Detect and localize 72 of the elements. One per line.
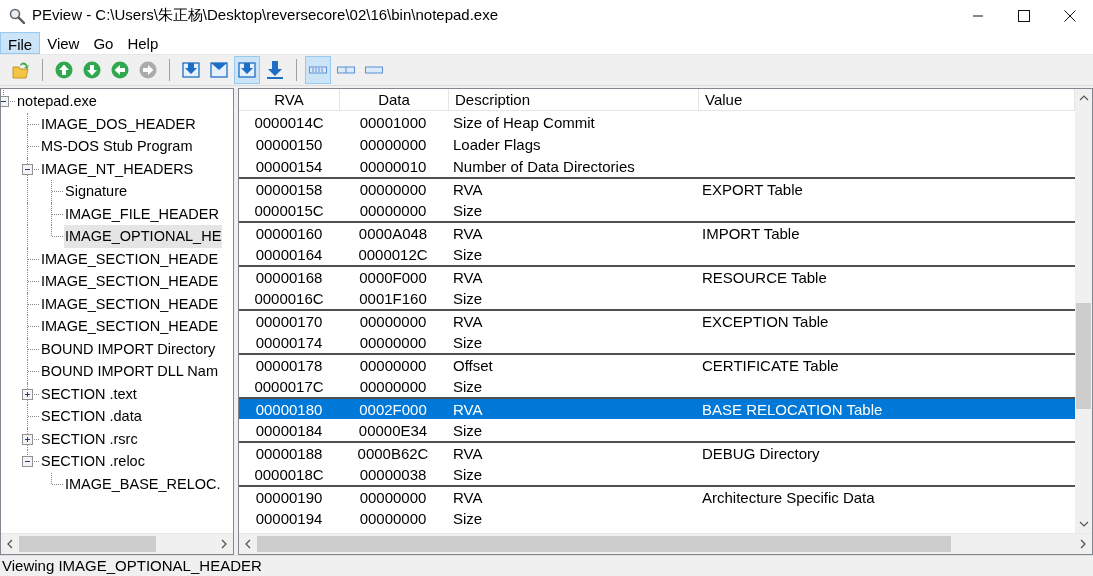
tree-item[interactable]: IMAGE_SECTION_HEADE [40, 247, 220, 270]
table-row[interactable]: 00000160 0000A048 RVA IMPORT Table [239, 221, 1075, 243]
tree-item[interactable]: notepad.exe [16, 90, 98, 113]
expander-box[interactable] [22, 456, 33, 467]
download-icon [181, 60, 201, 81]
menu-item[interactable]: Go [86, 31, 121, 55]
table-row[interactable]: 00000150 00000000 Loader Flags [239, 133, 1075, 155]
window-title: PEview - C:\Users\朱正杨\Desktop\reversecore\02\16\bin\notepad.exe [32, 6, 499, 26]
table-row[interactable]: 00000190 00000000 RVA Architecture Specific Data [239, 485, 1075, 507]
tree-item[interactable]: SECTION .data [40, 405, 143, 428]
tree-item[interactable]: SECTION .text [40, 382, 138, 405]
download-icon [237, 60, 257, 81]
tray-arrow-button[interactable] [234, 56, 260, 85]
scrollbar-thumb[interactable] [1076, 302, 1091, 409]
table-row[interactable]: 00000168 0000F000 RVA RESOURCE Table [239, 265, 1075, 287]
table-row[interactable]: 0000018C 00000038 Size [239, 463, 1075, 485]
table-row[interactable]: 00000170 00000000 RVA EXCEPTION Table [239, 309, 1075, 331]
table-row[interactable]: 0000016C 0001F160 Size [239, 287, 1075, 309]
tree-item[interactable]: IMAGE_DOS_HEADER [40, 112, 197, 135]
table-row[interactable]: 00000194 00000000 Size [239, 507, 1075, 529]
expander-box[interactable] [22, 163, 33, 175]
tree-item[interactable]: IMAGE_OPTIONAL_HE [64, 225, 223, 248]
table-row[interactable]: 0000017C 00000000 Size [239, 375, 1075, 397]
tree-item[interactable]: IMAGE_SECTION_HEADE [40, 292, 220, 315]
table-row[interactable]: 00000174 00000000 Size [239, 331, 1075, 353]
chevron-right-icon[interactable] [1080, 539, 1086, 549]
table-row[interactable]: 00000188 0000B62C RVA DEBUG Directory [239, 441, 1075, 463]
tree-item[interactable]: IMAGE_SECTION_HEADE [40, 315, 220, 338]
tree-item[interactable]: BOUND IMPORT Directory [40, 337, 217, 360]
scrollbar-thumb[interactable] [19, 536, 157, 552]
expander-box[interactable] [1, 96, 9, 107]
expander-box[interactable] [22, 388, 33, 400]
table-row[interactable]: 00000178 00000000 Offset CERTIFICATE Table [239, 353, 1075, 375]
chevron-left-icon[interactable] [245, 539, 251, 549]
column-header[interactable]: RVA [239, 89, 340, 110]
close-icon[interactable] [1064, 9, 1076, 22]
chevron-down-icon[interactable] [1078, 521, 1089, 527]
tree-item[interactable]: IMAGE_FILE_HEADER [64, 202, 220, 225]
scrollbar-thumb[interactable] [257, 536, 952, 552]
chevron-up-icon[interactable] [1078, 95, 1089, 101]
horizontal-scrollbar[interactable] [239, 533, 1092, 554]
folder-icon [11, 60, 31, 81]
tree-item[interactable]: BOUND IMPORT DLL Nam [40, 360, 219, 383]
tree-item[interactable]: MS-DOS Stub Program [40, 135, 194, 158]
table-row[interactable]: 00000154 00000010 Number of Data Directories [239, 155, 1075, 177]
column-header[interactable]: Data [340, 89, 449, 110]
menu-item[interactable]: View [40, 31, 87, 55]
tree-item[interactable]: IMAGE_BASE_RELOC. [64, 472, 222, 495]
expander-box[interactable] [22, 433, 33, 445]
download-icon [265, 60, 285, 81]
maximize-icon[interactable] [1018, 9, 1030, 22]
column-header[interactable]: Description [449, 89, 699, 110]
menu-item[interactable]: File [0, 31, 41, 55]
table-row[interactable]: 0000015C 00000000 Size [239, 199, 1075, 221]
horizontal-scrollbar[interactable] [1, 533, 233, 554]
chevron-right-icon[interactable] [221, 539, 227, 549]
envelope-icon [209, 60, 229, 81]
tree-item[interactable]: IMAGE_SECTION_HEADE [40, 270, 220, 293]
tree-item[interactable]: SECTION .rsrc [40, 427, 139, 450]
vertical-scrollbar[interactable] [1075, 89, 1092, 533]
tree-item[interactable]: Signature [64, 180, 129, 203]
magnifier-icon [8, 6, 26, 25]
table-row[interactable]: 00000180 0002F000 RVA BASE RELOCATION Table [239, 397, 1075, 419]
chevron-left-icon[interactable] [7, 539, 13, 549]
table-row[interactable]: 00000158 00000000 RVA EXPORT Table [239, 177, 1075, 199]
tree-item[interactable]: IMAGE_NT_HEADERS [40, 157, 195, 180]
table-row[interactable]: 00000164 0000012C Size [239, 243, 1075, 265]
table-row[interactable]: 0000014C 00001000 Size of Heap Commit [239, 111, 1075, 133]
table-row[interactable]: 00000184 00000E34 Size [239, 419, 1075, 441]
tree-item[interactable]: SECTION .reloc [40, 450, 146, 473]
status-text: Viewing IMAGE_OPTIONAL_HEADER [2, 557, 262, 574]
menu-item[interactable]: Help [120, 31, 166, 55]
